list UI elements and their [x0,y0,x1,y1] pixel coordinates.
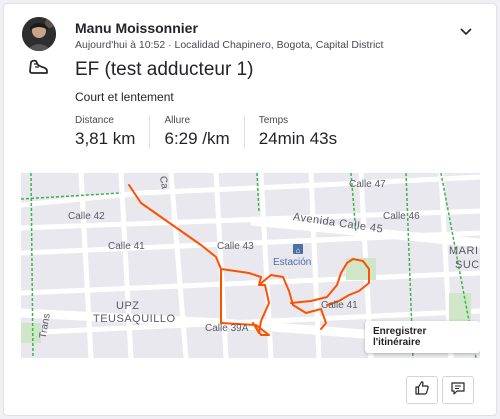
map-label-suc: SUC [455,259,480,271]
stat-distance: Distance 3,81 km [75,115,151,149]
running-shoe-icon [28,56,50,78]
stat-value: 24min 43s [258,129,338,148]
route-map[interactable]: ⌂ Calle 47 Calle 46 Avenida Calle 45 Cal… [21,173,480,358]
stat-time: Temps 24min 43s [259,115,351,149]
stat-label: Distance [75,115,114,126]
map-label-calle-39a: Calle 39A [205,323,249,334]
map-label-calle-46: Calle 46 [383,211,420,222]
stats-row: Distance 3,81 km Allure 6:29 /km Temps 2… [75,115,365,149]
save-route-button[interactable]: Enregistrer l'itinéraire [365,321,480,353]
map-label-calle-41: Calle 41 [108,241,145,252]
like-button[interactable] [406,376,438,404]
map-label-estacion: Estación [273,257,312,268]
map-label-calle-43: Calle 43 [217,241,254,252]
comment-button[interactable] [442,376,474,404]
map-label-calle-42: Calle 42 [68,211,105,222]
stat-value: 6:29 /km [164,129,230,148]
stat-label: Temps [258,115,289,126]
map-label-calle-41: Calle 41 [321,300,358,311]
activity-meta: Aujourd'hui à 10:52 · Localidad Chapiner… [75,39,384,51]
avatar[interactable] [22,17,56,51]
svg-text:⌂: ⌂ [296,246,301,255]
stat-value: 3,81 km [75,129,136,148]
map-label-upz: UPZ [116,300,140,312]
stat-pace: Allure 6:29 /km [164,115,245,149]
chevron-down-icon[interactable] [458,23,474,39]
map-label-carrera: Ca [156,175,170,190]
map-label-mari: MARI [449,245,479,257]
map-label-calle-47: Calle 47 [349,179,386,190]
map-label-teusaquillo: TEUSAQUILLO [93,313,176,325]
stat-label: Allure [164,115,191,126]
activity-card: Manu Moissonnier Aujourd'hui à 10:52 · L… [3,3,497,416]
activity-description: Court et lentement [75,90,174,104]
activity-title[interactable]: EF (test adducteur 1) [75,59,253,81]
thumbs-up-icon [414,380,430,401]
athlete-name[interactable]: Manu Moissonnier [75,20,198,36]
comment-icon [450,380,466,401]
